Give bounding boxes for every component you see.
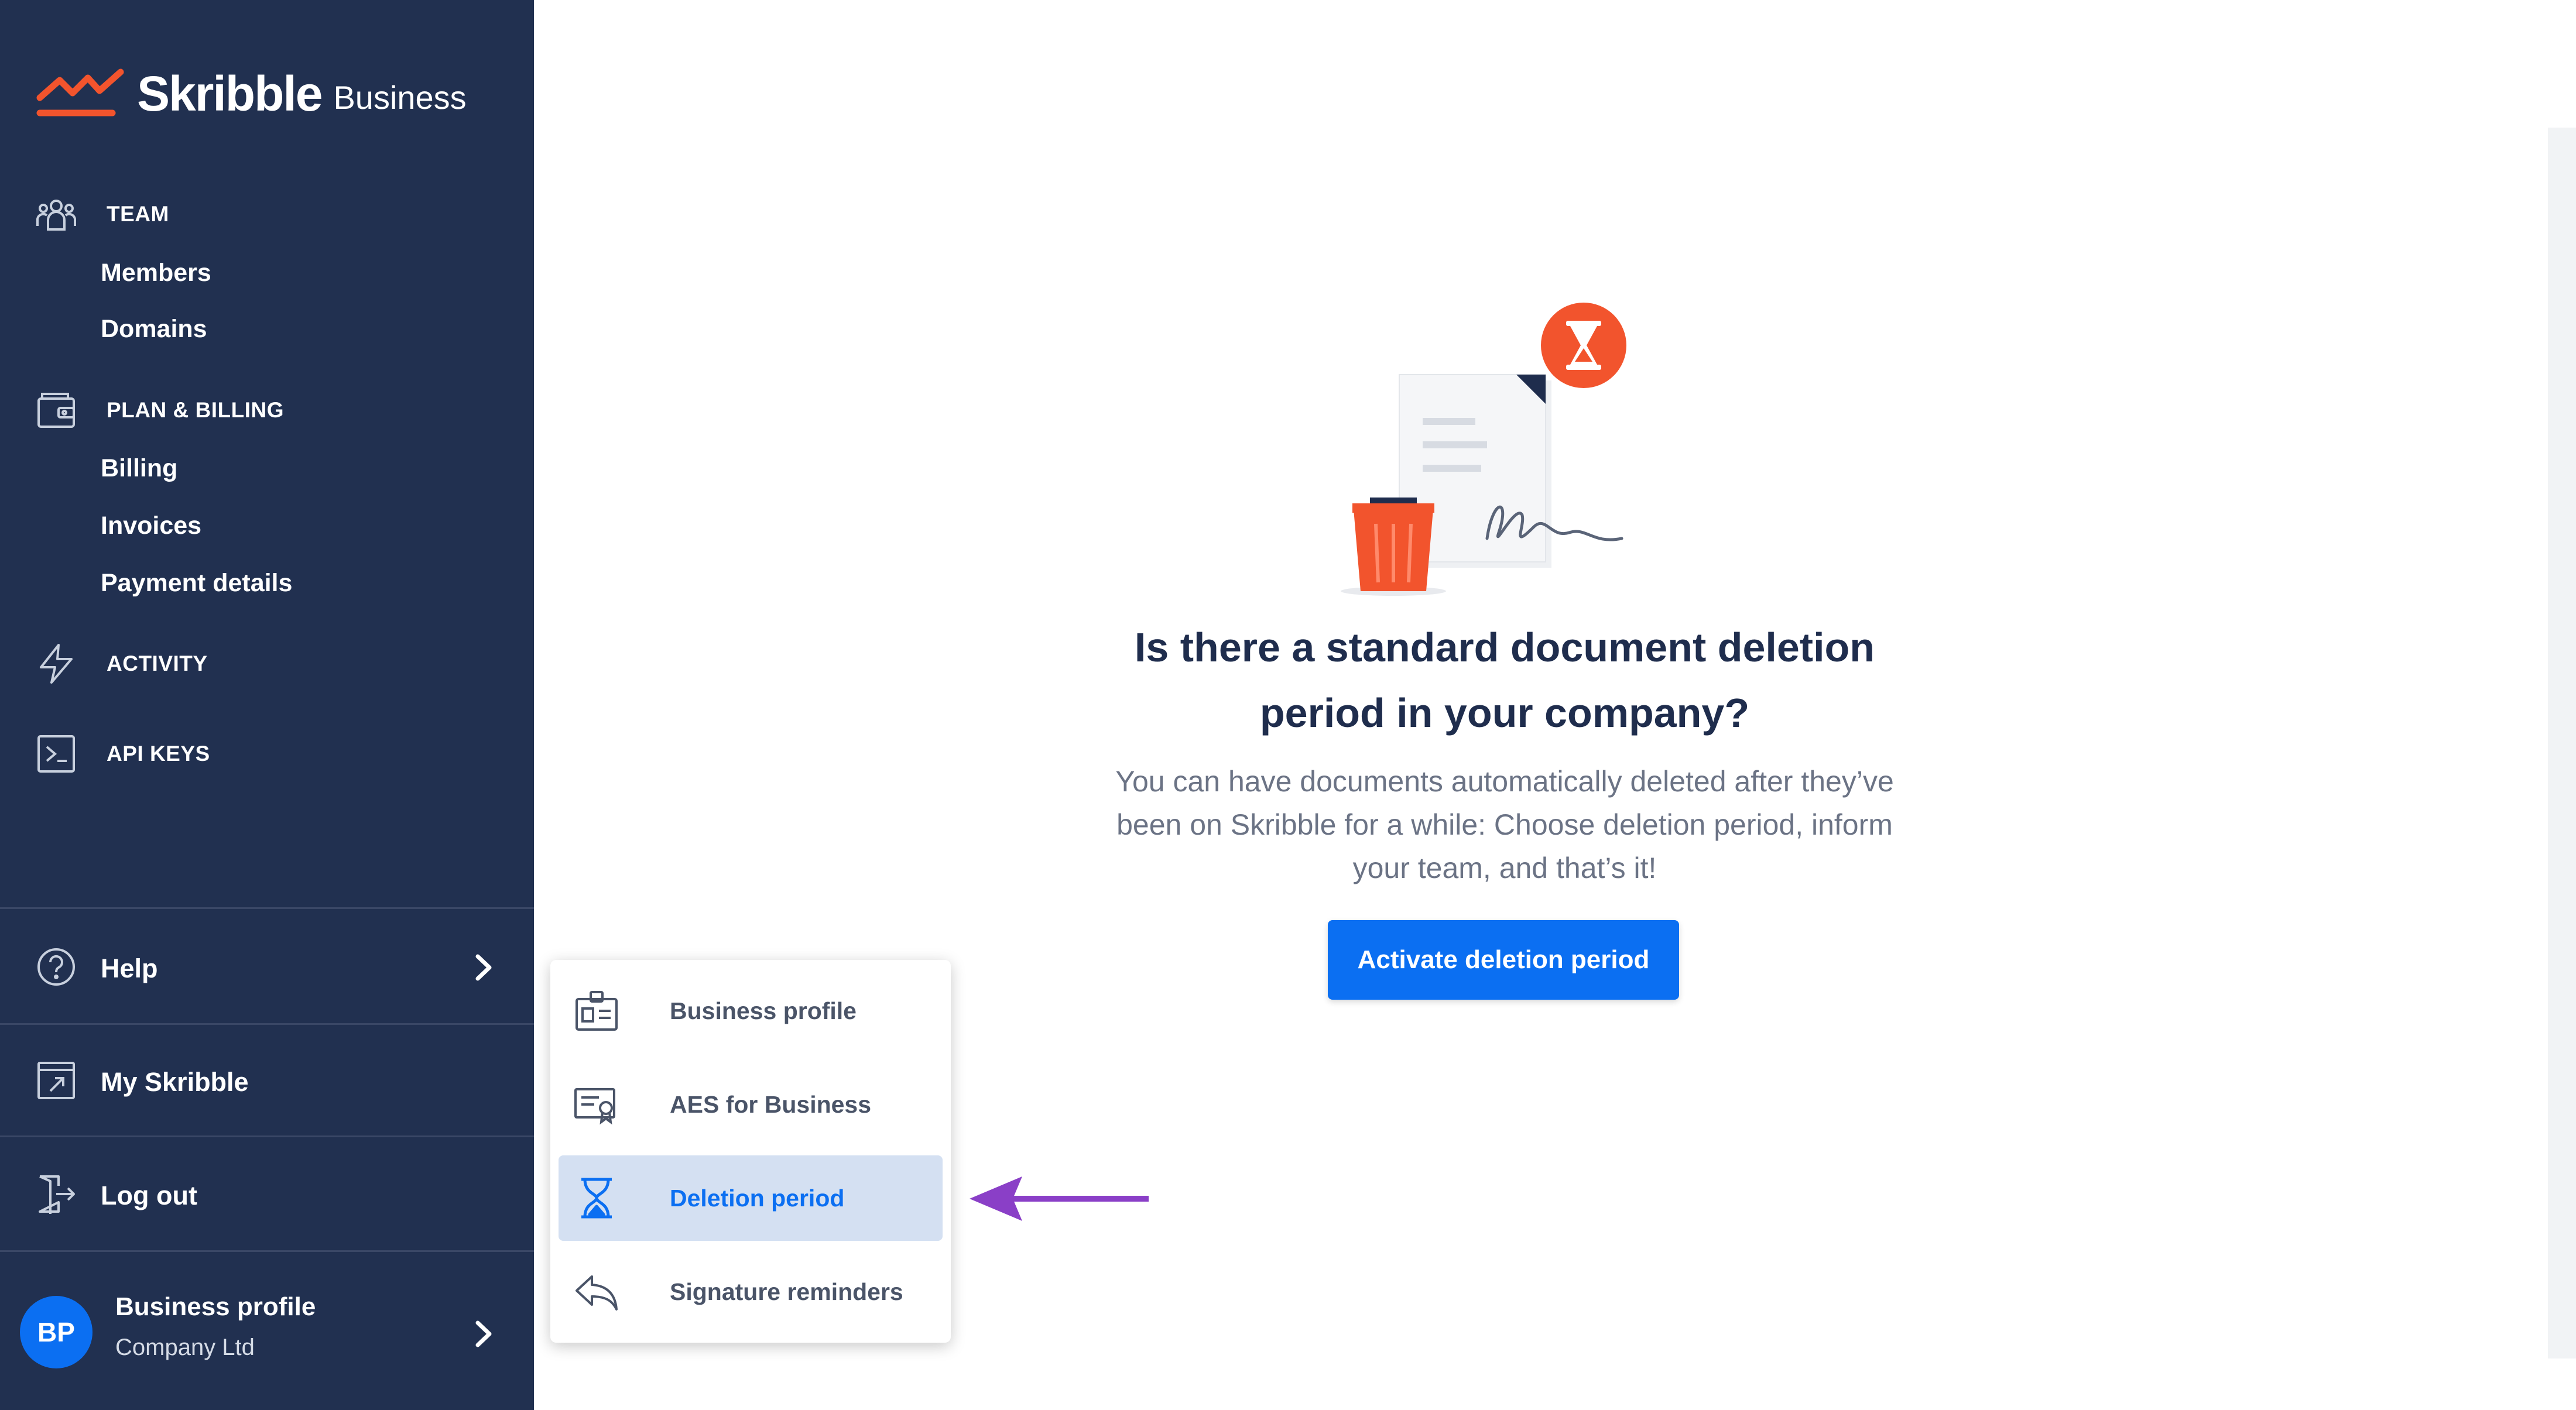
sidebar-item-invoices[interactable]: Invoices <box>101 512 201 540</box>
help-icon <box>35 946 77 991</box>
lightning-icon <box>35 643 77 685</box>
skribble-logo-icon <box>36 68 124 116</box>
section-team: TEAM <box>35 193 169 235</box>
sidebar-item-activity[interactable]: ACTIVITY <box>35 643 208 685</box>
my-skribble-label: My Skribble <box>101 1066 249 1097</box>
menu-item-label: AES for Business <box>670 1090 872 1118</box>
sidebar-item-domains[interactable]: Domains <box>101 315 207 344</box>
profile-company: Company Ltd <box>115 1334 255 1360</box>
wallet-icon <box>35 389 77 431</box>
help-label: Help <box>101 953 158 983</box>
sidebar-item-billing[interactable]: Billing <box>101 454 177 483</box>
menu-item-business-profile[interactable]: Business profile <box>559 968 943 1054</box>
profile-name[interactable]: Business profile <box>115 1292 316 1322</box>
logout-label: Log out <box>101 1180 197 1210</box>
activity-label: ACTIVITY <box>107 651 208 675</box>
external-link-icon <box>35 1059 77 1104</box>
sidebar-item-api-keys[interactable]: API KEYS <box>35 733 210 775</box>
menu-item-signature-reminders[interactable]: Signature reminders <box>559 1249 943 1334</box>
avatar[interactable]: BP <box>20 1296 93 1368</box>
api-keys-label: API KEYS <box>107 742 210 766</box>
section-plan-billing-label: PLAN & BILLING <box>107 398 284 422</box>
menu-item-label: Signature reminders <box>670 1278 903 1305</box>
sidebar: Skribble Business TEAM Members Domains P… <box>0 0 534 1410</box>
business-settings-menu: Business profile AES for Business Deleti… <box>550 960 951 1343</box>
reply-icon <box>570 1265 623 1318</box>
sidebar-item-logout[interactable]: Log out <box>35 1173 197 1218</box>
page-headline: Is there a standard document deletion pe… <box>1134 625 1875 736</box>
sidebar-item-help[interactable]: Help <box>35 946 158 991</box>
activate-deletion-period-button[interactable]: Activate deletion period <box>1328 920 1679 1000</box>
logout-icon <box>35 1173 77 1218</box>
menu-item-label: Deletion period <box>670 1184 845 1212</box>
skribble-logo[interactable]: Skribble Business <box>36 61 467 126</box>
terminal-icon <box>35 733 77 775</box>
certificate-icon <box>570 1078 623 1131</box>
menu-item-deletion-period[interactable]: Deletion period <box>559 1155 943 1241</box>
section-plan-billing: PLAN & BILLING <box>35 389 284 431</box>
sidebar-divider <box>0 907 534 909</box>
id-card-icon <box>570 984 623 1037</box>
team-icon <box>35 193 77 235</box>
chevron-right-icon[interactable] <box>472 1319 495 1349</box>
section-team-label: TEAM <box>107 202 169 226</box>
menu-item-label: Business profile <box>670 997 857 1024</box>
main-footer-area <box>534 1358 2576 1410</box>
sidebar-divider <box>0 1023 534 1025</box>
deletion-illustration <box>1341 303 1626 596</box>
hourglass-icon <box>570 1172 623 1224</box>
scrollbar[interactable] <box>2548 128 2576 1358</box>
brand-tier: Business <box>333 78 467 116</box>
sidebar-divider <box>0 1135 534 1137</box>
sidebar-divider <box>0 1250 534 1252</box>
chevron-right-icon[interactable] <box>472 953 495 982</box>
menu-item-aes-for-business[interactable]: AES for Business <box>559 1062 943 1147</box>
sidebar-item-my-skribble[interactable]: My Skribble <box>35 1059 249 1104</box>
sidebar-item-payment-details[interactable]: Payment details <box>101 569 292 598</box>
brand-name: Skribble <box>137 66 323 121</box>
annotation-arrow-icon <box>970 1176 1149 1221</box>
sidebar-item-members[interactable]: Members <box>101 259 211 287</box>
page-description: You can have documents automatically del… <box>1115 765 1894 884</box>
